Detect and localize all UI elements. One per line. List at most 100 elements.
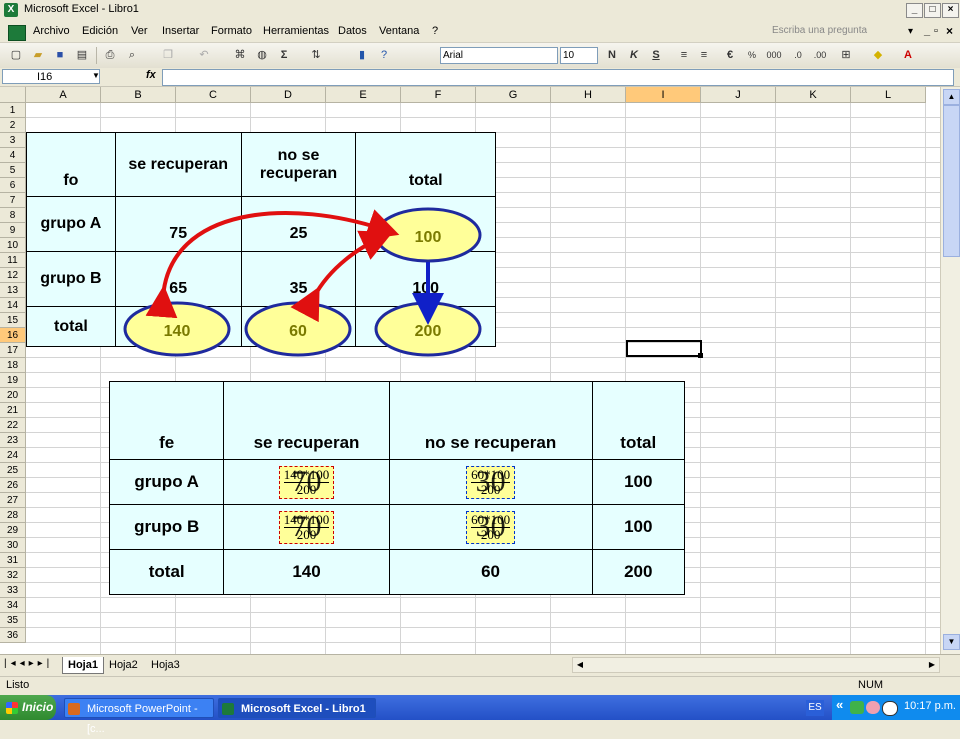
autosum-icon[interactable]: Σ (276, 47, 292, 63)
borders-icon[interactable]: ⊞ (838, 47, 854, 63)
fill-color-icon[interactable]: ◆ (870, 47, 886, 63)
scroll-up-button[interactable]: ▲ (943, 89, 960, 105)
help-icon[interactable]: ? (376, 47, 392, 63)
network-icon[interactable] (850, 701, 864, 714)
align-left-icon[interactable]: ≡ (676, 47, 692, 63)
chart-wizard-icon[interactable]: ▮ (354, 47, 370, 63)
status-bar (0, 676, 960, 696)
task-powerpoint[interactable]: Microsoft PowerPoint - [c... (64, 698, 214, 735)
vertical-scrollbar[interactable]: ▲ ▼ (940, 87, 960, 654)
scroll-thumb[interactable] (943, 105, 960, 257)
maximize-button[interactable]: □ (924, 3, 941, 18)
excel-task-icon (222, 703, 234, 715)
chevron-down-icon[interactable]: ▼ (92, 71, 100, 80)
sort-icon[interactable]: ⇅ (308, 47, 324, 63)
percent-icon[interactable]: % (744, 47, 760, 63)
sheet-tab-hoja3[interactable]: Hoja3 (146, 657, 185, 673)
menu-datos[interactable]: Datos (338, 25, 367, 37)
menu-ventana[interactable]: Ventana (379, 25, 419, 37)
bold-button[interactable]: N (604, 47, 620, 63)
comma-style-icon[interactable]: 000 (766, 47, 782, 63)
horizontal-scrollbar[interactable]: ◀ ▶ (572, 657, 940, 673)
menu-herramientas[interactable]: Herramientas (263, 25, 329, 37)
decrease-decimal-icon[interactable]: .00 (812, 47, 828, 63)
chevron-down-icon[interactable]: ▾ (908, 26, 913, 37)
menu-archivo[interactable]: Archivo (33, 25, 70, 37)
insert-hyperlink-icon[interactable]: ⌘ (232, 47, 248, 63)
menu-help[interactable]: ? (432, 25, 438, 37)
menu-formato[interactable]: Formato (211, 25, 252, 37)
name-box[interactable]: I16 (2, 69, 100, 84)
scroll-right-button[interactable]: ▶ (925, 658, 939, 672)
table-cell[interactable]: 100 (591, 504, 685, 550)
min-workbook-button[interactable]: _ (924, 25, 930, 37)
menu-edicion[interactable]: Edición (82, 25, 118, 37)
restore-workbook-button[interactable]: ▫ (934, 25, 938, 37)
fraction: 60*100 200 30 (466, 465, 516, 499)
open-folder-icon[interactable]: ▰ (30, 47, 46, 63)
scroll-down-button[interactable]: ▼ (943, 634, 960, 650)
windows-logo-icon (6, 702, 18, 714)
expected-table: fe se recuperan no se recuperan total gr… (108, 381, 685, 595)
fraction: 60*100 200 30 (466, 510, 516, 544)
table-header[interactable]: total (591, 381, 685, 460)
panda-antivirus-icon[interactable] (882, 701, 898, 716)
toolbar-divider (96, 47, 97, 64)
workbook-icon[interactable] (8, 25, 26, 41)
permission-icon[interactable]: ▤ (74, 47, 90, 63)
web-icon[interactable]: ◍ (254, 47, 270, 63)
table-cell[interactable]: grupo B (108, 504, 225, 550)
print-preview-icon[interactable]: ⌕ (124, 47, 140, 63)
table-cell[interactable]: 140 (223, 549, 390, 595)
table-cell[interactable]: grupo A (108, 459, 225, 505)
close-workbook-button[interactable]: × (946, 24, 953, 38)
italic-button[interactable]: K (626, 47, 642, 63)
formula-input[interactable] (162, 69, 954, 86)
table-cell[interactable]: 140*100 200 70 (223, 504, 390, 550)
messenger-icon[interactable] (866, 701, 880, 714)
copy-icon[interactable]: ❐ (160, 47, 176, 63)
table-cell[interactable]: 200 (591, 549, 685, 595)
minimize-button[interactable]: _ (906, 3, 923, 18)
scroll-left-button[interactable]: ◀ (573, 658, 587, 672)
sheet-tab-hoja2[interactable]: Hoja2 (104, 657, 143, 673)
spreadsheet-grid[interactable]: ABCDEFGHIJKL 1 2 3 4 5 6 7 8 9 10 11 12 13 14 15 16 17 18… (0, 87, 940, 654)
table-cell[interactable]: 100 (591, 459, 685, 505)
save-icon[interactable]: ■ (52, 47, 68, 63)
sheet-tab-hoja1[interactable]: Hoja1 (62, 657, 104, 674)
font-size-select[interactable]: 10 (560, 47, 598, 64)
underline-button[interactable]: S (648, 47, 664, 63)
sheet-nav-arrows[interactable]: |◂◂▸▸| (4, 658, 53, 669)
new-file-icon[interactable]: ▢ (8, 47, 24, 63)
align-center-icon[interactable]: ≡ (696, 47, 712, 63)
fill-handle[interactable] (698, 353, 703, 358)
fx-icon[interactable]: fx (146, 69, 156, 81)
title-bar (0, 0, 960, 21)
table-cell[interactable]: total (108, 549, 225, 595)
table-cell[interactable]: 60 (388, 549, 593, 595)
clock: 10:17 p.m. (904, 700, 956, 712)
menu-ver[interactable]: Ver (131, 25, 148, 37)
table-header[interactable]: se recuperan (223, 381, 390, 460)
euro-button[interactable]: € (722, 47, 738, 63)
ellipse-value: 100 (415, 229, 442, 246)
language-indicator[interactable]: ES (806, 700, 824, 716)
tray-expand-icon[interactable]: « (836, 697, 843, 712)
increase-decimal-icon[interactable]: .0 (790, 47, 806, 63)
table-header[interactable]: no se recuperan (388, 381, 593, 460)
table-cell[interactable]: 140*100 200 70 (223, 459, 390, 505)
font-color-icon[interactable]: A (900, 47, 916, 63)
close-button[interactable]: × (942, 3, 959, 18)
selected-cell[interactable] (626, 340, 702, 357)
table-cell[interactable]: 60*100 200 30 (388, 459, 593, 505)
menu-insertar[interactable]: Insertar (162, 25, 199, 37)
task-excel[interactable]: Microsoft Excel - Libro1 (218, 698, 376, 718)
powerpoint-icon (68, 703, 80, 715)
print-icon[interactable]: ⎙ (102, 47, 118, 63)
table-cell[interactable]: 60*100 200 30 (388, 504, 593, 550)
table-header[interactable]: fe (108, 381, 225, 460)
font-select[interactable]: Arial (440, 47, 558, 64)
ellipse-value: 140 (164, 323, 191, 340)
undo-icon[interactable]: ↶ (196, 47, 212, 63)
num-lock-indicator: NUM (858, 679, 884, 691)
